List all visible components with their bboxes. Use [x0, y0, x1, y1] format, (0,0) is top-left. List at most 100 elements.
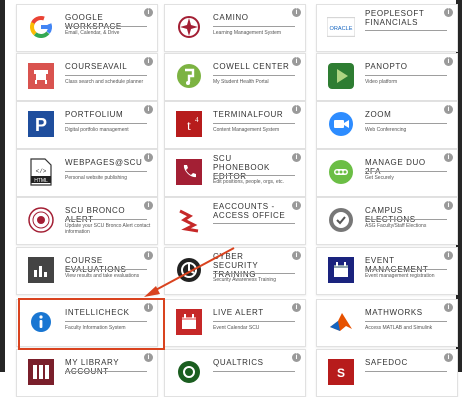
- app-tile-event-management[interactable]: Event ManagementEvent management registr…: [316, 247, 458, 295]
- info-icon[interactable]: i: [144, 57, 153, 66]
- app-tile-manage-duo-2fa[interactable]: Manage Duo 2FAGet Securely i: [316, 149, 458, 197]
- info-icon[interactable]: i: [144, 153, 153, 162]
- app-tile-eaccounts-access-office[interactable]: Eaccounts - Access Office i: [164, 197, 306, 245]
- info-icon[interactable]: i: [444, 105, 453, 114]
- live-calendar-icon-graphic: [176, 309, 202, 335]
- app-tile-description: Content Management System: [213, 127, 280, 133]
- info-icon[interactable]: i: [144, 8, 153, 17]
- info-icon[interactable]: i: [144, 201, 153, 210]
- app-tile-peoplesoft-financials[interactable]: ORACLE PeopleSoft Financials i: [316, 4, 458, 52]
- app-tile-courseavail[interactable]: CourseAvail Class search and schedule pla…: [16, 53, 158, 101]
- app-tile-divider: [365, 269, 447, 270]
- app-tile-name: PeopleSoft Financials: [365, 9, 425, 27]
- app-tile-description: ASG Faculty/Staff Elections: [365, 223, 427, 229]
- app-tile-mathworks[interactable]: MathWorks Access MATLAB and Simulink i: [316, 299, 458, 347]
- app-tile-portfolium[interactable]: P Portfolium Digital portfolio management i: [16, 101, 158, 149]
- checkmark-badge-icon-graphic: [329, 208, 353, 232]
- app-tile-description: Email, Calendar, & Drive: [65, 30, 120, 36]
- app-tile-divider: [213, 26, 295, 27]
- info-icon[interactable]: i: [292, 8, 301, 17]
- info-icon[interactable]: i: [292, 303, 301, 312]
- app-tile-description: Video platform: [365, 79, 398, 85]
- checkmark-badge-icon: [327, 206, 355, 234]
- app-tile-name: CourseAvail: [65, 62, 128, 71]
- app-tile-description: Event management registration: [365, 273, 435, 279]
- peoplesoft-logo-icon: ORACLE: [327, 13, 355, 41]
- app-tile-name: Course Evaluations: [65, 256, 126, 274]
- info-icon[interactable]: i: [144, 353, 153, 362]
- app-tile-cowell-center[interactable]: Cowell Center My Student Health Portal i: [164, 53, 306, 101]
- app-tile-divider: [65, 171, 147, 172]
- info-icon[interactable]: i: [292, 251, 301, 260]
- highlight-box: [18, 298, 165, 350]
- app-tile-name: Portfolium: [65, 110, 124, 119]
- app-tile-name: Manage Duo 2FA: [365, 158, 426, 176]
- app-tile-name: SCU Bronco Alert: [65, 206, 126, 224]
- app-tile-description: Class search and schedule planner: [65, 79, 144, 85]
- info-icon[interactable]: i: [444, 353, 453, 362]
- info-icon[interactable]: i: [144, 105, 153, 114]
- app-tile-description: Learning Management System: [213, 30, 282, 36]
- zoom-logo-icon-graphic: [329, 112, 353, 136]
- app-tile-divider: [365, 171, 447, 172]
- app-tile-name: Campus Elections: [365, 206, 415, 224]
- app-tile-divider: [65, 123, 147, 124]
- app-tile-webpages-scu[interactable]: </> HTML Webpages@SCU Personal website publ…: [16, 149, 158, 197]
- svg-text:P: P: [35, 115, 47, 135]
- scu-seal-icon-graphic: [28, 207, 54, 233]
- app-tile-divider: [365, 30, 447, 31]
- app-tile-name: SCU Phonebook Editor: [213, 154, 270, 181]
- info-icon[interactable]: i: [444, 57, 453, 66]
- info-icon[interactable]: i: [444, 251, 453, 260]
- html-file-icon-graphic: </> HTML: [30, 158, 52, 186]
- app-tile-description: View results and take evaluations: [65, 273, 140, 279]
- info-icon[interactable]: i: [444, 8, 453, 17]
- app-tile-campus-elections[interactable]: Campus ElectionsASG Faculty/Staff Electi…: [316, 197, 458, 245]
- app-tile-name: Cowell Center: [213, 62, 290, 71]
- zoom-logo-icon: [327, 110, 355, 138]
- info-icon[interactable]: i: [444, 153, 453, 162]
- app-tile-name: Webpages@SCU: [65, 158, 143, 167]
- app-tile-course-evaluations[interactable]: Course EvaluationsView results and take …: [16, 247, 158, 295]
- app-tile-my-library-account[interactable]: My Library Account i: [16, 349, 158, 397]
- app-tile-qualtrics[interactable]: Qualtrics i: [164, 349, 306, 397]
- app-tile-camino[interactable]: Camino Learning Management System i: [164, 4, 306, 52]
- camino-logo-icon-graphic: [178, 16, 200, 38]
- duo-logo-icon-graphic: [329, 160, 353, 184]
- app-tile-zoom[interactable]: Zoom Web Conferencing i: [316, 101, 458, 149]
- info-icon[interactable]: i: [444, 201, 453, 210]
- app-tile-name: Event Management: [365, 256, 428, 274]
- info-icon[interactable]: i: [292, 353, 301, 362]
- app-tile-name: Live Alert: [213, 308, 264, 317]
- app-tile-scu-bronco-alert[interactable]: SCU Bronco AlertUpdate your SCU Bronco A…: [16, 197, 158, 245]
- info-icon[interactable]: i: [292, 201, 301, 210]
- peoplesoft-logo-icon-graphic: ORACLE: [327, 17, 355, 37]
- svg-text:</>: </>: [36, 168, 47, 175]
- google-logo-icon-graphic: [30, 15, 52, 38]
- app-tile-description: Access MATLAB and Simulink: [365, 325, 433, 331]
- svg-text:t: t: [187, 119, 191, 134]
- info-icon[interactable]: i: [444, 303, 453, 312]
- app-tile-scu-phonebook-editor[interactable]: SCU Phonebook Editor Edit positions, peop…: [164, 149, 306, 197]
- library-logo-icon-graphic: [28, 359, 54, 385]
- app-tile-live-alert[interactable]: Live Alert Event Calendar SCU i: [164, 299, 306, 347]
- app-tile-divider: [365, 219, 447, 220]
- info-icon[interactable]: i: [292, 105, 301, 114]
- scu-seal-icon: [27, 206, 55, 234]
- app-tile-terminalfour[interactable]: t 4 TerminalFour Content Management System i: [164, 101, 306, 149]
- portfolium-logo-icon: P: [27, 110, 55, 138]
- app-tile-panopto[interactable]: Panopto Video platform i: [316, 53, 458, 101]
- app-tile-name: My Library Account: [65, 358, 120, 376]
- app-tile-google-workspace[interactable]: Google WorkspaceEmail, Calendar, & Drive…: [16, 4, 158, 52]
- info-icon[interactable]: i: [292, 57, 301, 66]
- pointer-arrow-icon: [144, 247, 235, 297]
- info-icon[interactable]: i: [292, 153, 301, 162]
- library-logo-icon: [27, 358, 55, 386]
- app-tile-description: Personal website publishing: [65, 175, 127, 181]
- window-frame-left: [0, 0, 5, 372]
- app-tile-safedoc[interactable]: S SafeDoc i: [316, 349, 458, 397]
- bar-chart-icon-graphic: [28, 257, 54, 283]
- svg-text:S: S: [337, 366, 345, 380]
- terminalfour-logo-icon: t4: [175, 110, 203, 138]
- app-tile-name: TerminalFour: [213, 110, 284, 119]
